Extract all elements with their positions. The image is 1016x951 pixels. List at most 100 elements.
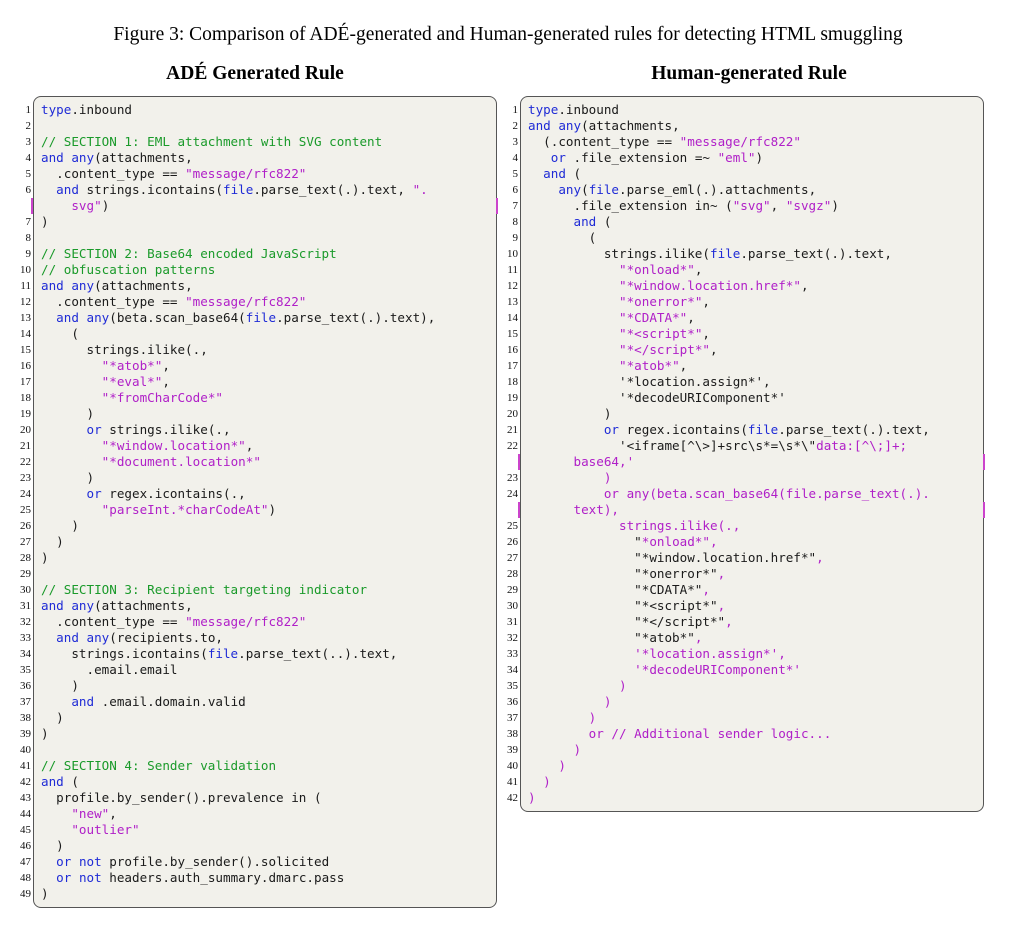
code-text: ) [101,198,110,213]
code-line: ) [41,710,64,726]
code-text: .parse_text(.).text, [253,182,413,197]
code-text: strings.icontains( [78,182,223,197]
line-number: 8 [512,216,519,228]
code-text: , [770,198,786,213]
code-text: "*<script*" [528,598,718,613]
line-number: 28 [20,552,31,564]
line-number: 2 [25,120,32,132]
line-number: 42 [20,776,31,788]
code-comment: // SECTION 2: Base64 encoded JavaScript [41,246,337,261]
code-keyword: file [207,646,239,661]
line-number: 30 [20,584,31,596]
code-line: "*onerror*", [528,566,725,582]
code-line: text), [528,502,620,518]
line-number: 27 [507,552,518,564]
code-line: and any(attachments, [41,278,193,294]
code-text: ) [41,534,64,549]
code-text: , [702,294,710,309]
code-string: ) [528,710,597,725]
line-number: 3 [512,136,519,148]
code-string: ) [528,678,627,693]
code-string: , [717,566,726,581]
code-text: (.content_type == [528,134,680,149]
code-string: , [702,582,710,597]
code-line: and any(attachments, [41,598,193,614]
code-text: ( [596,214,612,229]
code-keyword: file [222,182,254,197]
code-line: type.inbound [41,102,132,118]
code-text: .parse_eml(.).attachments, [619,182,817,197]
wrap-marker [983,502,985,518]
code-line: or .file_extension =~ "eml") [528,150,763,166]
code-text: .file_extension =~ [565,150,718,165]
code-line: "*onload*", [528,534,717,550]
code-string: ) [528,470,612,485]
code-line: or strings.ilike(., [41,422,231,438]
line-number: 11 [20,280,31,292]
code-line: or not headers.auth_summary.dmarc.pass [41,870,344,886]
line-number: 47 [20,856,31,868]
code-string: ) [528,694,612,709]
code-keyword: or [550,150,566,165]
code-line: and any(attachments, [41,150,193,166]
wrap-marker [518,502,520,518]
code-text: .inbound [558,102,620,117]
code-text: , [679,358,688,373]
line-number: 10 [507,248,518,260]
code-text: , [694,262,703,277]
panel-title-human: Human-generated Rule [651,63,847,84]
line-number: 28 [507,568,518,580]
code-string: strings.ilike(., [619,518,741,533]
code-keyword: file [709,246,741,261]
code-text: .parse_text(.).text), [276,310,436,325]
line-number: 24 [20,488,31,500]
code-line: ) [41,214,49,230]
line-number: 36 [507,696,518,708]
line-number: 46 [20,840,31,852]
code-line: ) [41,406,94,422]
code-string: "message/rfc822" [185,614,307,629]
code-line: ) [528,710,597,726]
code-line: '*decodeURIComponent*' [528,662,801,678]
code-string: "*document.location*" [101,454,261,469]
line-number: 22 [20,456,31,468]
code-text: , [162,374,170,389]
line-number: 41 [507,776,518,788]
line-number: 15 [20,344,31,356]
code-keyword: and [56,630,79,645]
line-number: 1 [512,104,519,116]
wrap-marker [31,198,33,214]
code-text: profile.by_sender().solicited [101,854,330,869]
line-number: 39 [507,744,518,756]
code-string: ) [528,742,582,757]
code-line: ) [528,742,581,758]
code-string: ". [412,182,428,197]
line-number: 31 [507,616,518,628]
code-keyword: or [56,870,72,885]
code-text: , [245,438,254,453]
line-number: 4 [512,152,519,164]
line-number: 24 [507,488,518,500]
code-keyword: any [558,182,582,197]
line-number: 29 [507,584,518,596]
line-number: 30 [507,600,518,612]
code-line: '*decodeURIComponent*' [528,390,786,406]
code-line: ) [41,678,79,694]
code-string: "new" [71,806,110,821]
code-line: ) [528,790,536,806]
code-text: " [528,534,642,549]
code-text: ) [528,406,612,421]
figure-caption: Figure 3: Comparison of ADÉ-generated an… [113,24,903,45]
code-line: // SECTION 1: EML attachment with SVG co… [41,134,382,150]
